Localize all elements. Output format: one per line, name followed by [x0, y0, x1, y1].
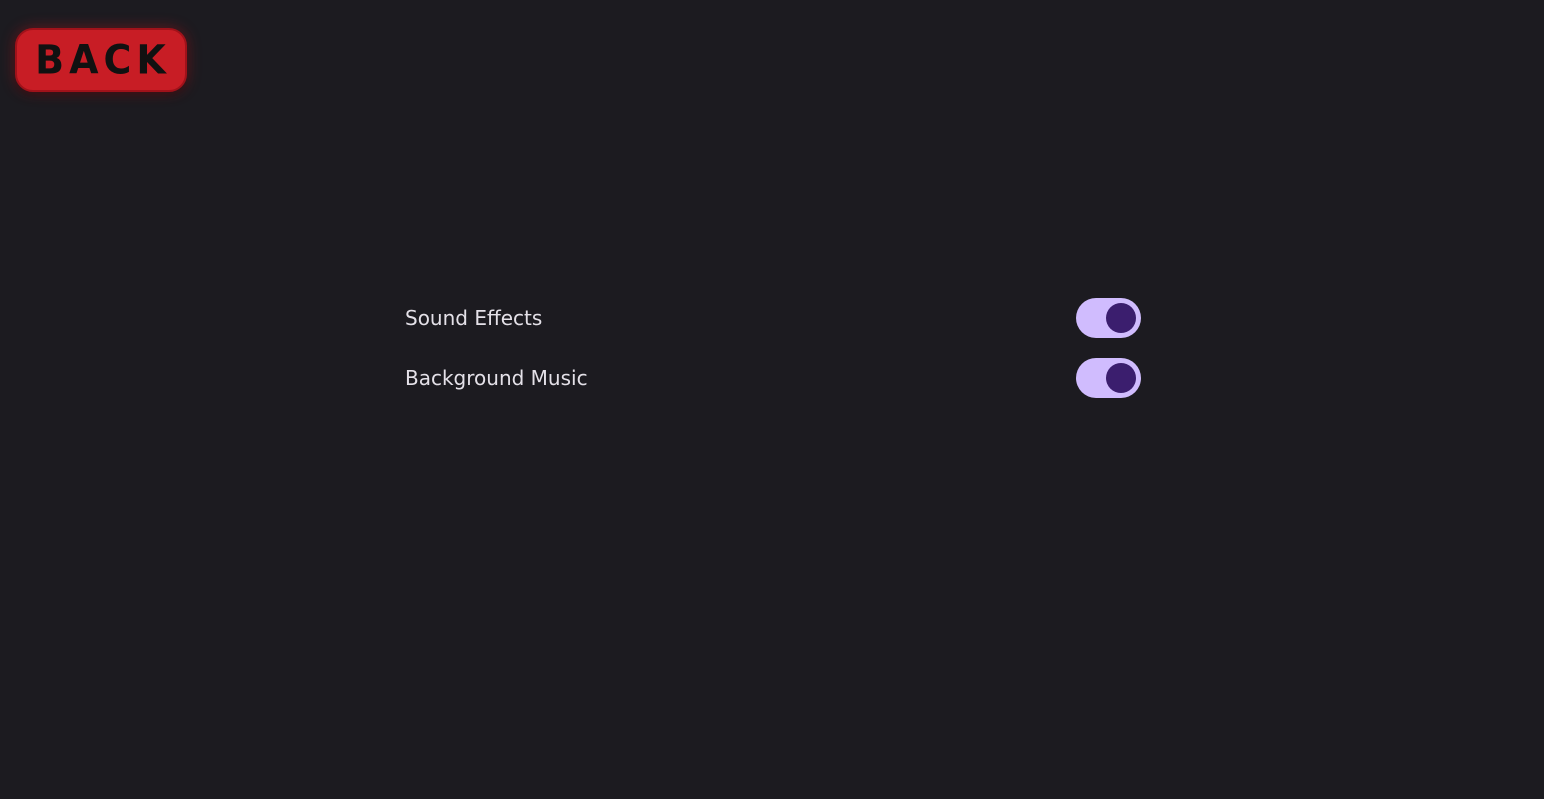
- setting-row-background-music: Background Music: [405, 358, 1141, 398]
- background-music-label: Background Music: [405, 366, 588, 390]
- background-music-toggle[interactable]: [1076, 358, 1141, 398]
- sound-effects-label: Sound Effects: [405, 306, 543, 330]
- toggle-knob: [1106, 303, 1136, 333]
- back-button-label: BACK: [35, 36, 171, 84]
- settings-list: Sound Effects Background Music: [405, 298, 1141, 418]
- toggle-knob: [1106, 363, 1136, 393]
- setting-row-sound-effects: Sound Effects: [405, 298, 1141, 338]
- back-button[interactable]: BACK: [15, 28, 187, 92]
- sound-effects-toggle[interactable]: [1076, 298, 1141, 338]
